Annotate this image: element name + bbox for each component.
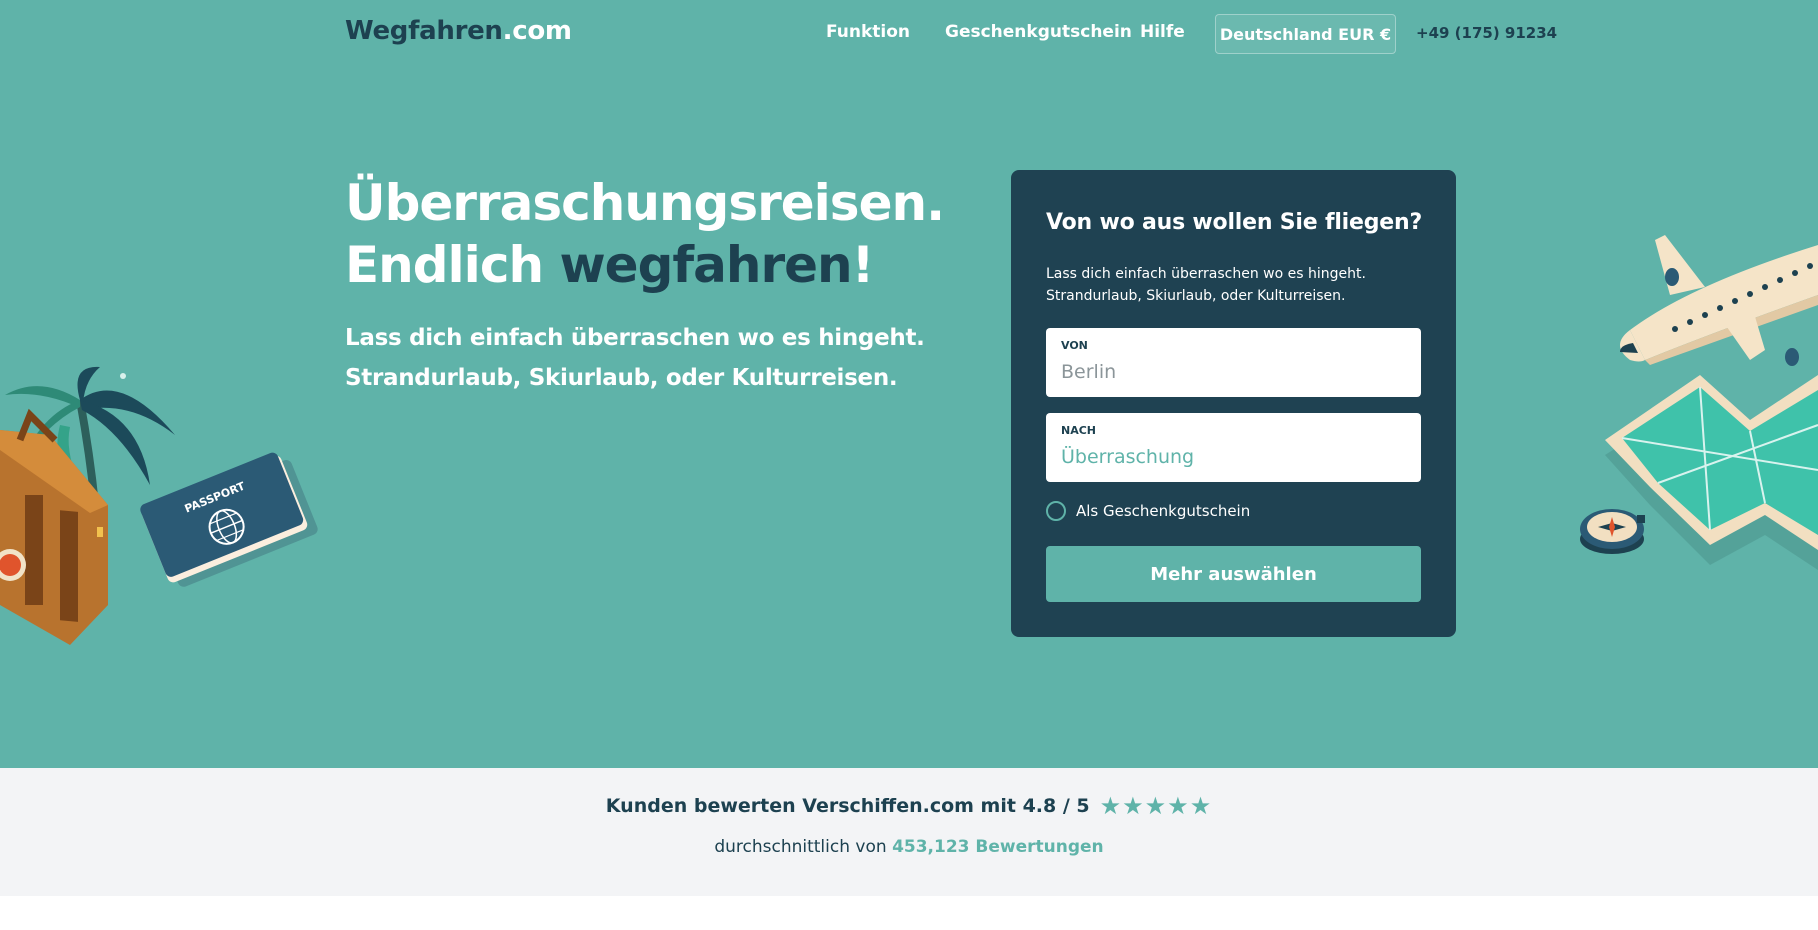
to-field[interactable]: NACH Überraschung bbox=[1046, 413, 1421, 482]
logo-main: Wegfahren bbox=[345, 16, 503, 46]
travel-illustration-right bbox=[1580, 235, 1818, 570]
booking-description: Lass dich einfach überraschen wo es hing… bbox=[1046, 263, 1366, 307]
booking-desc-line2: Strandurlaub, Skiurlaub, oder Kulturreis… bbox=[1046, 288, 1346, 304]
to-label: NACH bbox=[1061, 424, 1096, 437]
booking-desc-line1: Lass dich einfach überraschen wo es hing… bbox=[1046, 266, 1366, 282]
headline-accent: wegfahren bbox=[559, 236, 852, 294]
gift-voucher-label[interactable]: Als Geschenkgutschein bbox=[1076, 502, 1250, 520]
rating-text: Kunden bewerten Verschiffen.com mit 4.8 … bbox=[605, 795, 1090, 817]
phone-link[interactable]: +49 (175) 91234 bbox=[1416, 24, 1557, 42]
hero-subline: Lass dich einfach überraschen wo es hing… bbox=[345, 318, 925, 398]
logo[interactable]: Wegfahren.com bbox=[345, 16, 572, 46]
travel-illustration-left: PASSPORT bbox=[0, 366, 318, 645]
nav-link-funktion[interactable]: Funktion bbox=[826, 22, 910, 42]
country-currency-selector[interactable]: Deutschland EUR € bbox=[1215, 14, 1396, 54]
hero-section: Wegfahren.com Funktion Geschenkgutschein… bbox=[0, 0, 1818, 768]
reviews-count-link[interactable]: 453,123 Bewertungen bbox=[892, 837, 1104, 857]
subline-line1: Lass dich einfach überraschen wo es hing… bbox=[345, 325, 925, 351]
hero-headline: Überraschungsreisen. Endlich wegfahren! bbox=[345, 172, 945, 296]
airplane-illustration bbox=[1620, 235, 1818, 366]
to-value[interactable]: Überraschung bbox=[1061, 446, 1194, 468]
headline-line1: Überraschungsreisen. bbox=[345, 174, 945, 232]
nav-link-hilfe[interactable]: Hilfe bbox=[1140, 22, 1185, 42]
nav-link-geschenkgutschein[interactable]: Geschenkgutschein bbox=[945, 22, 1132, 42]
from-field[interactable]: VON Berlin bbox=[1046, 328, 1421, 397]
rating-average-prefix: durchschnittlich von bbox=[714, 837, 887, 857]
star-icon: ★★★★★ bbox=[1099, 792, 1213, 820]
rating-section: Kunden bewerten Verschiffen.com mit 4.8 … bbox=[0, 768, 1818, 896]
logo-tld: .com bbox=[502, 16, 572, 46]
rating-average: durchschnittlich von 453,123 Bewertungen bbox=[0, 837, 1818, 857]
gift-voucher-radio[interactable] bbox=[1046, 501, 1066, 521]
rating-summary: Kunden bewerten Verschiffen.com mit 4.8 … bbox=[0, 792, 1818, 820]
passport-illustration: PASSPORT bbox=[140, 452, 318, 587]
submit-button[interactable]: Mehr auswählen bbox=[1046, 546, 1421, 602]
compass-illustration bbox=[1580, 509, 1645, 554]
from-value[interactable]: Berlin bbox=[1061, 361, 1116, 383]
booking-title: Von wo aus wollen Sie fliegen? bbox=[1046, 210, 1423, 235]
booking-form: Von wo aus wollen Sie fliegen? Lass dich… bbox=[1011, 170, 1456, 637]
subline-line2: Strandurlaub, Skiurlaub, oder Kulturreis… bbox=[345, 365, 898, 391]
headline-line2-prefix: Endlich bbox=[345, 236, 560, 294]
from-label: VON bbox=[1061, 339, 1088, 352]
headline-line2-suffix: ! bbox=[851, 236, 875, 294]
